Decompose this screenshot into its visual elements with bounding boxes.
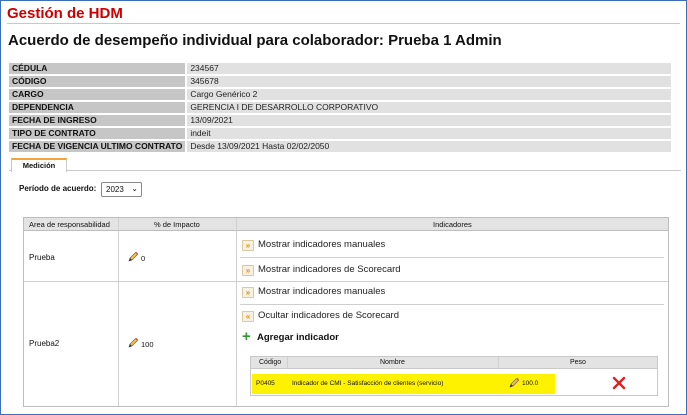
subheader-name: Nombre — [380, 359, 405, 366]
tab-medicion[interactable]: Medición — [11, 158, 67, 172]
info-value: GERENCIA I DE DESARROLLO CORPORATIVO — [185, 102, 671, 113]
pencil-icon[interactable] — [127, 337, 139, 349]
header-area: Area de responsabilidad — [29, 220, 110, 229]
indicator-row[interactable]: P0405 Indicador de CMI - Satisfacción de… — [252, 374, 555, 394]
period-select[interactable]: 2023 ⌄ — [101, 182, 142, 197]
info-label: FECHA DE VIGENCIA ULTIMO CONTRATO — [9, 141, 186, 152]
info-value: indeit — [185, 128, 671, 139]
indicator-code: P0405 — [256, 380, 275, 387]
app-window: Gestión de HDM Acuerdo de desempeño indi… — [0, 0, 687, 415]
subtable-header: Código Nombre Peso — [251, 357, 657, 369]
info-label: CÓDIGO — [9, 76, 186, 87]
expand-arrow-icon: » — [242, 287, 254, 298]
info-value: Desde 13/09/2021 Hasta 02/02/2050 — [185, 141, 671, 152]
expand-arrow-icon: » — [242, 265, 254, 276]
column-divider — [118, 218, 119, 406]
info-label: TIPO DE CONTRATO — [9, 128, 186, 139]
pencil-icon[interactable] — [508, 377, 520, 389]
chevron-down-icon: ⌄ — [131, 184, 138, 193]
info-label: DEPENDENCIA — [9, 102, 186, 113]
period-label: Período de acuerdo: — [19, 184, 97, 193]
grid-header: Area de responsabilidad % de Impacto Ind… — [24, 218, 668, 231]
tab-bar: Medición — [9, 158, 681, 172]
impact-value: 0 — [141, 254, 146, 263]
impact-value: 100 — [141, 340, 154, 349]
responsibility-grid: Area de responsabilidad % de Impacto Ind… — [23, 217, 669, 407]
info-row: CÉDULA 234567 — [9, 63, 671, 74]
info-row: DEPENDENCIA GERENCIA I DE DESARROLLO COR… — [9, 102, 671, 113]
subheader-code: Código — [259, 359, 282, 366]
info-label: CARGO — [9, 89, 186, 100]
pencil-icon[interactable] — [127, 251, 139, 263]
collapse-arrow-icon: « — [242, 311, 254, 322]
plus-icon: + — [242, 328, 251, 345]
info-row: CÓDIGO 345678 — [9, 76, 671, 87]
separator — [240, 257, 664, 258]
indicator-subtable: Código Nombre Peso P0405 Indicador de CM… — [250, 356, 658, 396]
header-impact: % de Impacto — [154, 220, 200, 229]
column-divider — [236, 218, 237, 406]
info-value: 345678 — [185, 76, 671, 87]
info-row: FECHA DE INGRESO 13/09/2021 — [9, 115, 671, 126]
column-divider — [287, 357, 288, 369]
separator — [240, 304, 664, 305]
row-divider — [24, 281, 668, 282]
period-select-value: 2023 — [106, 185, 124, 194]
subheader-weight: Peso — [570, 359, 586, 366]
info-value: 234567 — [185, 63, 671, 74]
column-divider — [498, 357, 499, 369]
title-divider — [7, 23, 680, 24]
info-value: 13/09/2021 — [185, 115, 671, 126]
info-row: FECHA DE VIGENCIA ULTIMO CONTRATO Desde … — [9, 141, 671, 152]
indicator-weight: 100.0 — [522, 380, 539, 387]
expand-arrow-icon: » — [242, 240, 254, 251]
area-name: Prueba — [29, 253, 55, 262]
header-indicators: Indicadores — [433, 220, 472, 229]
info-label: FECHA DE INGRESO — [9, 115, 186, 126]
delete-x-icon[interactable] — [612, 376, 626, 390]
app-title: Gestión de HDM — [7, 5, 123, 22]
info-row: CARGO Cargo Genérico 2 — [9, 89, 671, 100]
employee-info-table: CÉDULA 234567 CÓDIGO 345678 CARGO Cargo … — [9, 61, 671, 154]
info-label: CÉDULA — [9, 63, 186, 74]
page-title: Acuerdo de desempeño individual para col… — [8, 32, 502, 49]
indicator-name: Indicador de CMI - Satisfacción de clien… — [292, 380, 444, 387]
info-value: Cargo Genérico 2 — [185, 89, 671, 100]
info-row: TIPO DE CONTRATO indeit — [9, 128, 671, 139]
area-name: Prueba2 — [29, 339, 60, 348]
